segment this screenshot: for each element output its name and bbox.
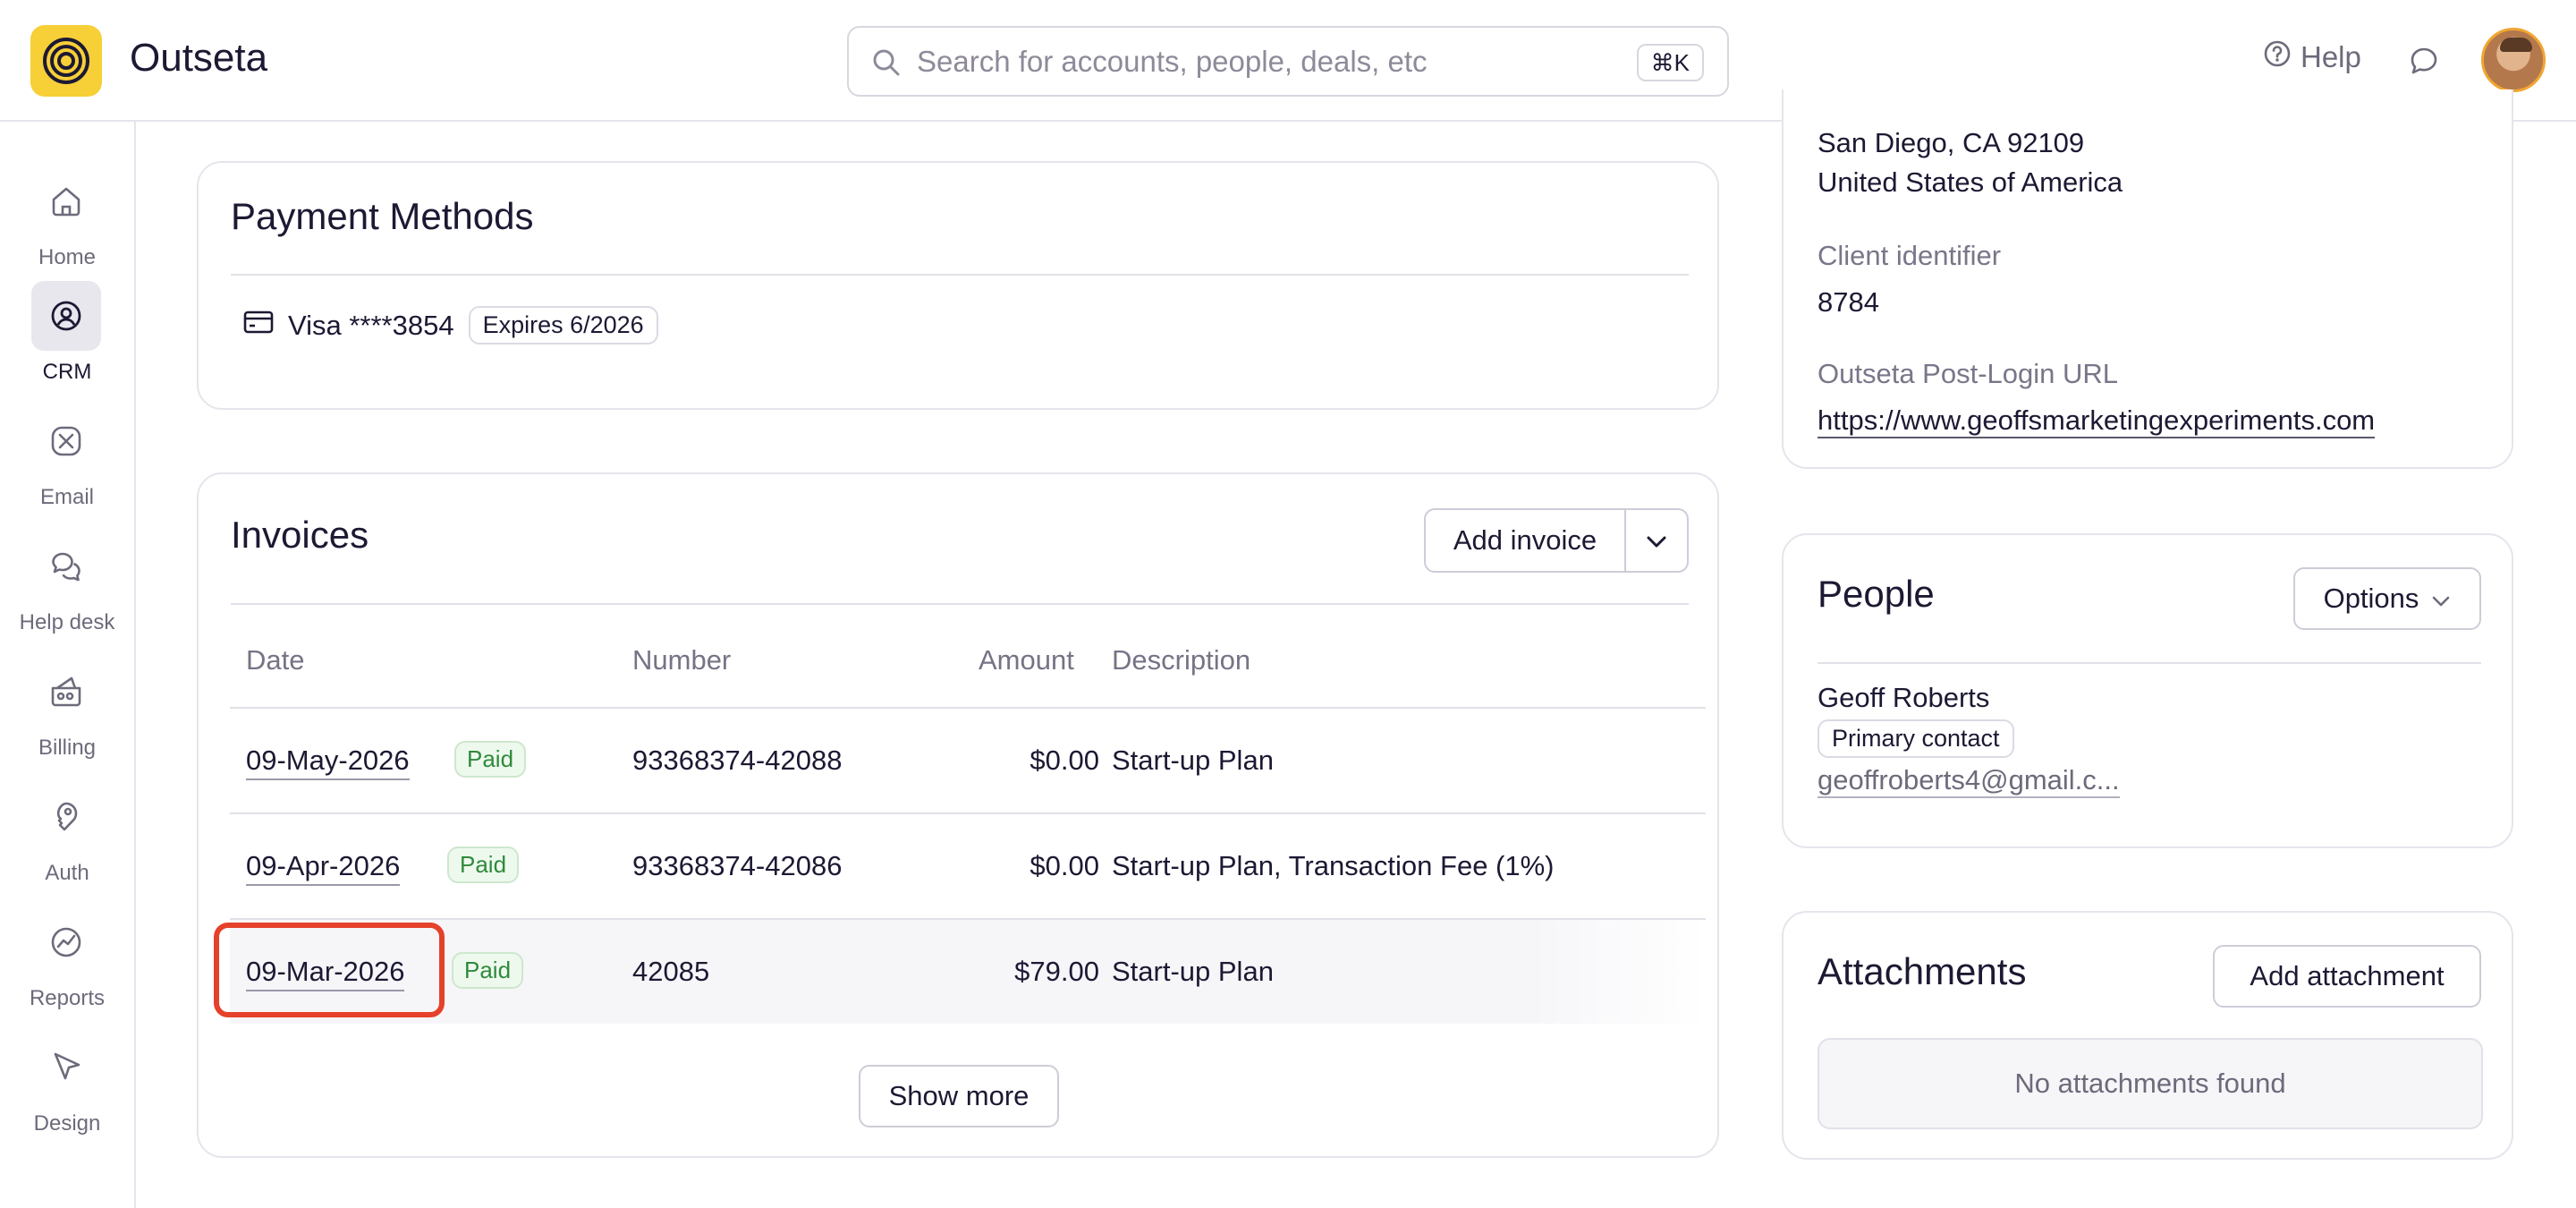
table-row[interactable]: 09-May-2026 Paid 93368374-42088 $0.00 St… bbox=[230, 707, 1706, 812]
card-label: Visa ****3854 bbox=[288, 309, 454, 341]
sidebar-item-crm[interactable]: CRM bbox=[0, 281, 134, 388]
table-row[interactable]: 09-Apr-2026 Paid 93368374-42086 $0.00 St… bbox=[230, 812, 1706, 918]
primary-contact-badge: Primary contact bbox=[1818, 719, 2014, 758]
design-icon bbox=[31, 1033, 101, 1102]
sidebar-item-label: Billing bbox=[38, 736, 97, 760]
search-icon bbox=[870, 47, 902, 83]
address-line-1: San Diego, CA 92109 bbox=[1818, 127, 2085, 158]
people-card: People Options Geoff Roberts Primary con… bbox=[1782, 533, 2513, 848]
invoices-card: Invoices Add invoice Date Number Amount … bbox=[197, 472, 1719, 1158]
sidebar-item-billing[interactable]: Billing bbox=[0, 657, 134, 764]
help-button[interactable]: Help bbox=[2263, 39, 2361, 75]
outseta-logo-icon[interactable] bbox=[30, 25, 102, 97]
credit-card-icon bbox=[243, 310, 274, 342]
invoice-number: 93368374-42088 bbox=[632, 744, 843, 776]
people-options-button[interactable]: Options bbox=[2293, 567, 2481, 630]
invoice-date-link[interactable]: 09-Mar-2026 bbox=[246, 956, 405, 991]
search-shortcut-badge: ⌘K bbox=[1636, 44, 1704, 81]
sidebar-item-design[interactable]: Design bbox=[0, 1033, 134, 1140]
sidebar-item-auth[interactable]: Auth bbox=[0, 782, 134, 889]
post-login-url-link[interactable]: https://www.geoffsmarketingexperiments.c… bbox=[1818, 404, 2376, 438]
sidebar-item-label: Help desk bbox=[19, 610, 115, 634]
post-login-url-label: Outseta Post-Login URL bbox=[1818, 358, 2119, 389]
add-invoice-dropdown-button[interactable] bbox=[1626, 508, 1689, 573]
divider bbox=[231, 603, 1689, 605]
app-name: Outseta bbox=[130, 36, 268, 80]
client-identifier-value: 8784 bbox=[1818, 286, 1879, 318]
invoice-number: 93368374-42086 bbox=[632, 850, 843, 881]
person-email-link[interactable]: geoffroberts4@gmail.c... bbox=[1818, 764, 2120, 798]
chevron-down-icon bbox=[2431, 583, 2451, 615]
sidebar-item-home[interactable]: Home bbox=[0, 166, 134, 274]
person-name[interactable]: Geoff Roberts bbox=[1818, 682, 1989, 714]
home-icon bbox=[31, 166, 101, 236]
attachments-title: Attachments bbox=[1818, 950, 2027, 992]
attachments-card: Attachments Add attachment No attachment… bbox=[1782, 911, 2513, 1160]
table-row[interactable]: 09-Mar-2026 Paid 42085 $79.00 Start-up P… bbox=[230, 918, 1706, 1024]
options-label: Options bbox=[2323, 583, 2419, 614]
add-attachment-button[interactable]: Add attachment bbox=[2213, 945, 2481, 1008]
sidebar-item-label: Auth bbox=[45, 861, 89, 885]
email-icon bbox=[31, 406, 101, 476]
sidebar-item-label: Email bbox=[39, 485, 94, 509]
status-badge: Paid bbox=[454, 741, 527, 778]
crm-icon bbox=[31, 281, 101, 351]
client-identifier-label: Client identifier bbox=[1818, 240, 2002, 271]
invoice-date-link[interactable]: 09-May-2026 bbox=[246, 744, 410, 780]
invoice-number: 42085 bbox=[632, 956, 710, 987]
invoice-amount: $79.00 bbox=[1014, 956, 1099, 987]
invoice-description: Start-up Plan bbox=[1112, 744, 1274, 776]
add-invoice-button[interactable]: Add invoice bbox=[1424, 508, 1626, 573]
sidebar-item-label: CRM bbox=[42, 360, 92, 384]
account-info-card: San Diego, CA 92109 United States of Ame… bbox=[1782, 89, 2513, 469]
chat-bubble-icon[interactable] bbox=[2408, 45, 2440, 81]
sidebar-item-reports[interactable]: Reports bbox=[0, 907, 134, 1015]
help-desk-icon bbox=[31, 532, 101, 601]
column-header-amount[interactable]: Amount bbox=[979, 644, 1074, 676]
billing-icon bbox=[31, 657, 101, 727]
no-attachments-message: No attachments found bbox=[1818, 1038, 2483, 1129]
sidebar-item-label: Design bbox=[33, 1111, 101, 1136]
invoice-description: Start-up Plan, Transaction Fee (1%) bbox=[1112, 850, 1555, 881]
status-badge: Paid bbox=[452, 952, 524, 989]
invoice-date-link[interactable]: 09-Apr-2026 bbox=[246, 850, 401, 886]
column-header-number[interactable]: Number bbox=[632, 644, 731, 676]
help-circle-icon bbox=[2263, 39, 2292, 75]
column-header-date[interactable]: Date bbox=[246, 644, 304, 676]
sidebar-item-label: Home bbox=[38, 245, 97, 269]
payment-methods-card: Payment Methods Visa ****3854 Expires 6/… bbox=[197, 161, 1719, 410]
help-label: Help bbox=[2301, 40, 2361, 73]
payment-methods-title: Payment Methods bbox=[231, 195, 534, 237]
user-avatar[interactable] bbox=[2481, 28, 2546, 92]
people-title: People bbox=[1818, 573, 1935, 615]
invoices-title: Invoices bbox=[231, 514, 369, 556]
invoice-description: Start-up Plan bbox=[1112, 956, 1274, 987]
invoice-amount: $0.00 bbox=[1030, 744, 1099, 776]
chevron-down-icon bbox=[1645, 524, 1668, 557]
address-line-2: United States of America bbox=[1818, 166, 2123, 198]
global-search-input[interactable]: Search for accounts, people, deals, etc … bbox=[847, 26, 1729, 97]
reports-icon bbox=[31, 907, 101, 977]
divider bbox=[1818, 662, 2481, 664]
column-header-description[interactable]: Description bbox=[1112, 644, 1250, 676]
divider bbox=[231, 274, 1689, 276]
invoice-amount: $0.00 bbox=[1030, 850, 1099, 881]
show-more-button[interactable]: Show more bbox=[859, 1065, 1059, 1127]
status-badge: Paid bbox=[447, 846, 520, 883]
sidebar-item-help-desk[interactable]: Help desk bbox=[0, 532, 134, 639]
search-placeholder: Search for accounts, people, deals, etc bbox=[917, 45, 1428, 78]
sidebar: Home CRM Email Help desk Billing Auth Re… bbox=[0, 122, 136, 1208]
sidebar-item-email[interactable]: Email bbox=[0, 406, 134, 514]
sidebar-item-label: Reports bbox=[29, 986, 106, 1010]
payment-method-row[interactable]: Visa ****3854 Expires 6/2026 bbox=[243, 306, 658, 345]
auth-icon bbox=[31, 782, 101, 852]
card-expiry-badge: Expires 6/2026 bbox=[468, 306, 658, 345]
